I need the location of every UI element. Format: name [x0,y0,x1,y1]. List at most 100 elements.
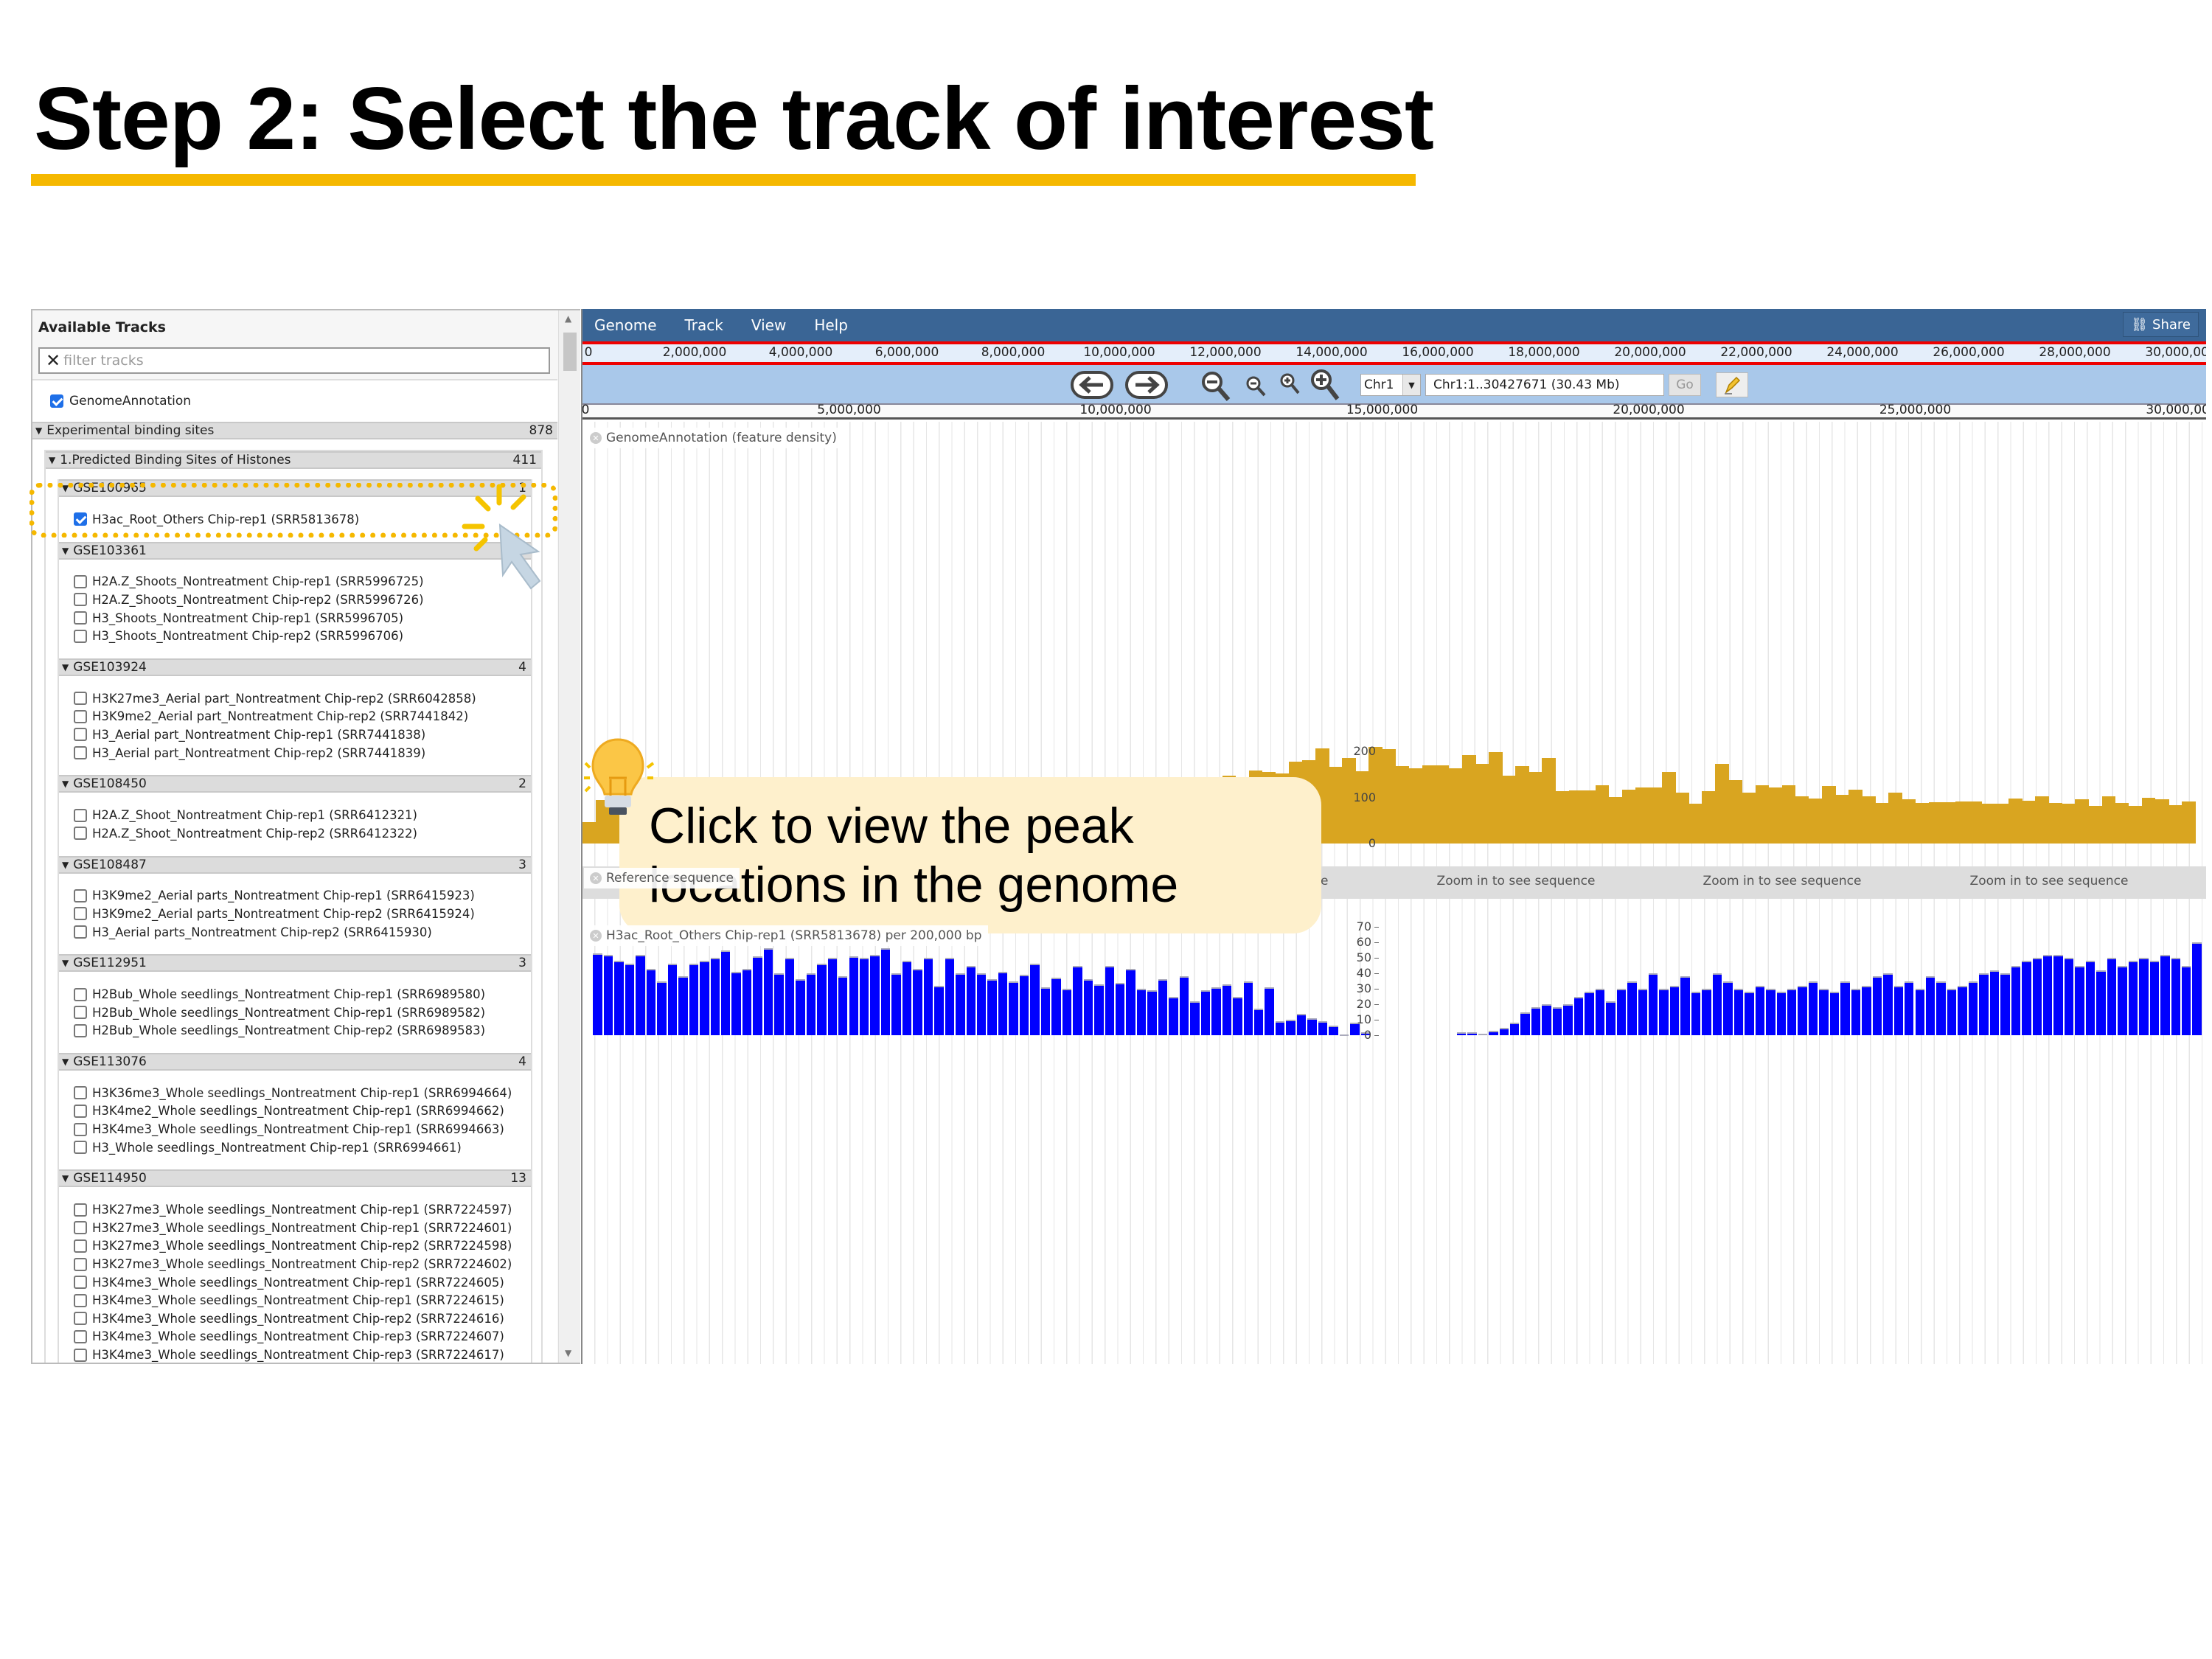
close-track-icon[interactable]: ✕ [590,872,602,884]
chromosome-select[interactable]: Chr1 ▼ [1360,374,1421,396]
clear-filter-icon[interactable]: ✕ [46,350,60,371]
track-item[interactable]: H3K4me3_Whole seedlings_Nontreatment Chi… [74,1291,531,1310]
checkbox[interactable] [74,629,87,643]
track-label: H3K27me3_Whole seedlings_Nontreatment Ch… [92,1220,512,1235]
zoom-out-large-icon[interactable] [1199,370,1233,403]
checkbox[interactable] [74,1221,87,1235]
group-header[interactable]: ▼ GSE108450 2 [59,775,531,793]
scroll-thumb[interactable] [563,333,577,371]
track-item[interactable]: H3K27me3_Aerial part_Nontreatment Chip-r… [74,689,531,708]
signal-bar [1905,981,1914,1035]
zoom-in-small-icon[interactable] [1279,372,1302,397]
checkbox[interactable] [74,593,87,607]
track-item[interactable]: H3_Shoots_Nontreatment Chip-rep2 (SRR599… [74,627,531,645]
track-item[interactable]: H3K4me3_Whole seedlings_Nontreatment Chi… [74,1120,531,1138]
menu-help[interactable]: Help [814,316,848,334]
overview-ruler[interactable]: 0 2,000,000 4,000,000 6,000,000 8,000,000 10,… [582,341,2206,365]
track-item[interactable]: H3_Aerial part_Nontreatment Chip-rep2 (S… [74,744,531,762]
track-item[interactable]: H3K27me3_Whole seedlings_Nontreatment Ch… [74,1237,531,1256]
checkbox[interactable] [74,1006,87,1020]
track-item[interactable]: H2Bub_Whole seedlings_Nontreatment Chip-… [74,1022,531,1040]
track-item[interactable]: H3K4me2_Whole seedlings_Nontreatment Chi… [74,1102,531,1121]
close-track-icon[interactable]: ✕ [590,930,602,942]
track-label-reference[interactable]: ✕ Reference sequence [584,868,740,888]
track-item[interactable]: H2Bub_Whole seedlings_Nontreatment Chip-… [74,1004,531,1022]
group-header[interactable]: ▼ GSE112951 3 [59,954,531,973]
track-item[interactable]: H3K4me3_Whole seedlings_Nontreatment Chi… [74,1310,531,1328]
group-header[interactable]: ▼ GSE114950 13 [59,1169,531,1188]
checkbox[interactable] [74,709,87,723]
track-item[interactable]: H3K36me3_Whole seedlings_Nontreatment Ch… [74,1084,531,1102]
zoom-out-small-icon[interactable] [1245,375,1268,399]
checkbox[interactable] [74,925,87,939]
checkbox[interactable] [74,1239,87,1253]
signal-bar [2064,958,2074,1035]
checkbox[interactable] [74,574,87,588]
menu-track[interactable]: Track [685,316,723,334]
checkbox[interactable] [74,1312,87,1326]
subcategory-predicted-histones[interactable]: ▼ 1.Predicted Binding Sites of Histones … [46,451,541,469]
signal-bar [763,948,773,1035]
scroll-up-icon[interactable]: ▲ [565,313,571,324]
checkbox[interactable] [74,692,87,706]
pan-right-icon[interactable] [1125,370,1168,400]
checkbox[interactable] [74,1104,87,1118]
checkbox[interactable] [74,1348,87,1362]
checkbox[interactable] [74,611,87,625]
zoom-in-large-icon[interactable] [1308,368,1342,402]
signal-axis-label: 50 [1356,950,1371,964]
track-item-genome-annotation[interactable]: GenomeAnnotation [32,380,557,422]
detail-ruler[interactable]: 0 5,000,000 10,000,000 15,000,000 20,000,000… [582,403,2206,420]
checkbox[interactable] [50,394,63,408]
checkbox[interactable] [74,746,87,760]
location-input[interactable]: Chr1:1..30427671 (30.43 Mb) [1425,374,1664,396]
checkbox[interactable] [74,907,87,921]
track-label-genome-annotation[interactable]: ✕ GenomeAnnotation (feature density) [584,428,843,448]
checkbox[interactable] [74,1329,87,1343]
track-item[interactable]: H3_Shoots_Nontreatment Chip-rep1 (SRR599… [74,609,531,627]
track-item[interactable]: H3K9me2_Aerial parts_Nontreatment Chip-r… [74,905,531,923]
checkbox[interactable] [74,1257,87,1271]
menu-view[interactable]: View [751,316,786,334]
checkbox[interactable] [74,1276,87,1290]
track-item[interactable]: H3_Whole seedlings_Nontreatment Chip-rep… [74,1138,531,1157]
group-header[interactable]: ▼ GSE108487 3 [59,855,531,874]
pan-left-icon[interactable] [1071,370,1113,400]
checkbox[interactable] [74,1086,87,1100]
track-item[interactable]: H3_Aerial part_Nontreatment Chip-rep1 (S… [74,726,531,744]
track-item[interactable]: H3K27me3_Whole seedlings_Nontreatment Ch… [74,1219,531,1237]
checkbox[interactable] [74,827,87,841]
share-button[interactable]: ⛓ Share [2123,312,2199,337]
scroll-down-icon[interactable]: ▼ [565,1348,571,1358]
track-label-h3ac[interactable]: ✕ H3ac_Root_Others Chip-rep1 (SRR5813678)… [584,925,988,946]
checkbox[interactable] [74,1023,87,1037]
category-experimental-binding-sites[interactable]: ▼ Experimental binding sites 878 [32,422,557,439]
track-item[interactable]: H3K4me3_Whole seedlings_Nontreatment Chi… [74,1328,531,1346]
checkbox[interactable] [74,1293,87,1307]
checkbox[interactable] [74,808,87,822]
track-item[interactable]: H3K9me2_Aerial part_Nontreatment Chip-re… [74,708,531,726]
checkbox[interactable] [74,1203,87,1217]
track-item[interactable]: H3_Aerial parts_Nontreatment Chip-rep2 (… [74,923,531,942]
track-item[interactable]: H2A.Z_Shoot_Nontreatment Chip-rep1 (SRR6… [74,806,531,824]
track-item[interactable]: H3K4me3_Whole seedlings_Nontreatment Chi… [74,1273,531,1292]
sidebar-scrollbar[interactable]: ▲ ▼ [558,310,580,1363]
go-button[interactable]: Go [1669,374,1701,396]
checkbox[interactable] [74,987,87,1001]
track-item[interactable]: H2A.Z_Shoot_Nontreatment Chip-rep2 (SRR6… [74,824,531,843]
highlight-button[interactable] [1716,372,1748,397]
track-item[interactable]: H3K4me3_Whole seedlings_Nontreatment Chi… [74,1346,531,1363]
checkbox[interactable] [74,1122,87,1136]
filter-tracks-input[interactable]: ✕ filter tracks [38,347,550,374]
group-header[interactable]: ▼ GSE113076 4 [59,1053,531,1071]
checkbox[interactable] [74,888,87,902]
group-header[interactable]: ▼ GSE103924 4 [59,658,531,676]
track-item[interactable]: H3K27me3_Whole seedlings_Nontreatment Ch… [74,1255,531,1273]
track-item[interactable]: H2Bub_Whole seedlings_Nontreatment Chip-… [74,985,531,1004]
close-track-icon[interactable]: ✕ [590,432,602,444]
menu-genome[interactable]: Genome [594,316,657,334]
track-item[interactable]: H3K9me2_Aerial parts_Nontreatment Chip-r… [74,887,531,905]
track-item[interactable]: H3K27me3_Whole seedlings_Nontreatment Ch… [74,1200,531,1219]
checkbox[interactable] [74,1141,87,1155]
checkbox[interactable] [74,728,87,742]
